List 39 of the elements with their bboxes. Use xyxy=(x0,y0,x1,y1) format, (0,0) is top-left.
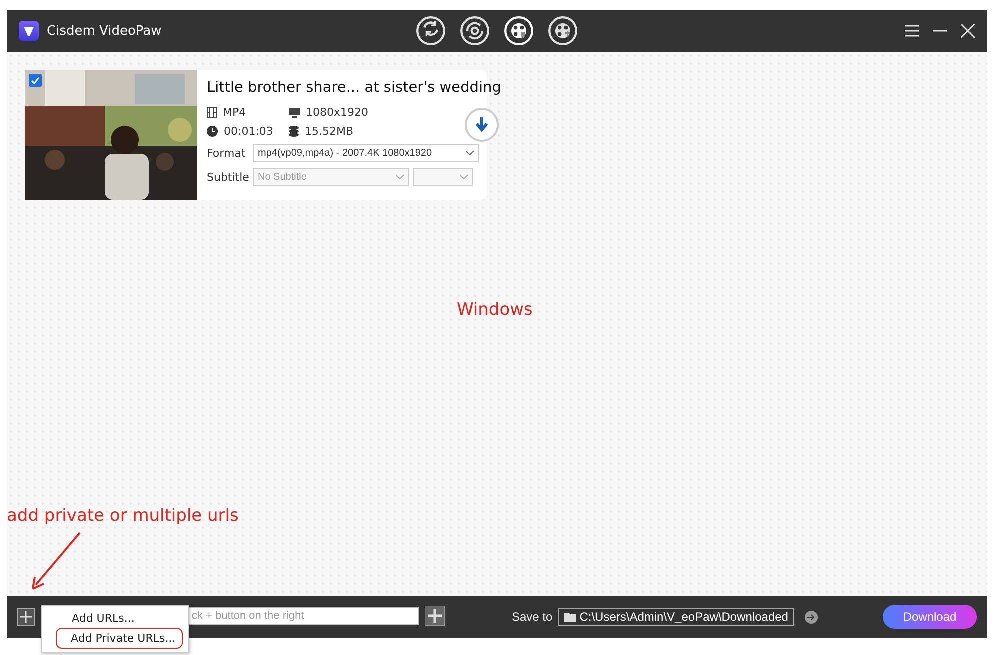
menu-item[interactable]: Add Private URLs... xyxy=(56,628,183,649)
window-title: Cisdem VideoPaw xyxy=(47,24,162,38)
add-url-icon[interactable] xyxy=(425,606,445,626)
monitor-icon xyxy=(289,108,300,118)
annotation-text: Windows xyxy=(457,300,533,320)
download-button[interactable] xyxy=(465,108,500,142)
mode-tab[interactable] xyxy=(460,16,490,48)
annotation-arrow xyxy=(30,531,82,591)
subtitle-label: Subtitle xyxy=(207,170,249,184)
annotation-text: add private or multiple urls xyxy=(7,506,239,526)
save-to-label: Save to xyxy=(512,610,553,624)
add-icon[interactable] xyxy=(17,608,35,626)
arrow-right-icon[interactable] xyxy=(805,610,818,624)
size-text: 15.52MB xyxy=(305,125,354,138)
app-logo-icon xyxy=(19,21,39,41)
format-label: Format xyxy=(207,146,247,160)
select-checkbox[interactable] xyxy=(29,74,42,87)
duration-text: 00:01:03 xyxy=(224,125,274,138)
container-text: MP4 xyxy=(223,106,246,119)
video-title: Little brother share... at sister's wedding xyxy=(207,80,502,96)
chevron-down-icon xyxy=(460,174,468,180)
film-icon xyxy=(207,107,217,118)
menu-item[interactable]: Add URLs... xyxy=(42,609,141,628)
menu-icon[interactable] xyxy=(905,25,919,37)
download-all-button[interactable]: Download xyxy=(883,605,977,629)
mode-tab[interactable] xyxy=(416,16,446,48)
folder-icon xyxy=(564,612,576,622)
save-path-field[interactable]: C:\Users\Admin\V_eoPaw\Downloaded xyxy=(558,608,794,626)
url-field[interactable]: ck + button on the right xyxy=(187,607,419,625)
format-dropdown[interactable]: mp4(vp09,mp4a) - 2007.4K 1080x1920 xyxy=(253,144,479,162)
database-icon xyxy=(289,126,299,137)
minimize-icon[interactable] xyxy=(933,30,947,32)
clock-icon xyxy=(207,126,218,137)
arrow-down-icon xyxy=(475,117,490,133)
close-icon[interactable] xyxy=(961,24,975,38)
resolution-text: 1080x1920 xyxy=(306,106,368,119)
mode-tab[interactable] xyxy=(548,16,578,48)
chevron-down-icon xyxy=(396,174,404,180)
chevron-down-icon xyxy=(466,150,474,156)
